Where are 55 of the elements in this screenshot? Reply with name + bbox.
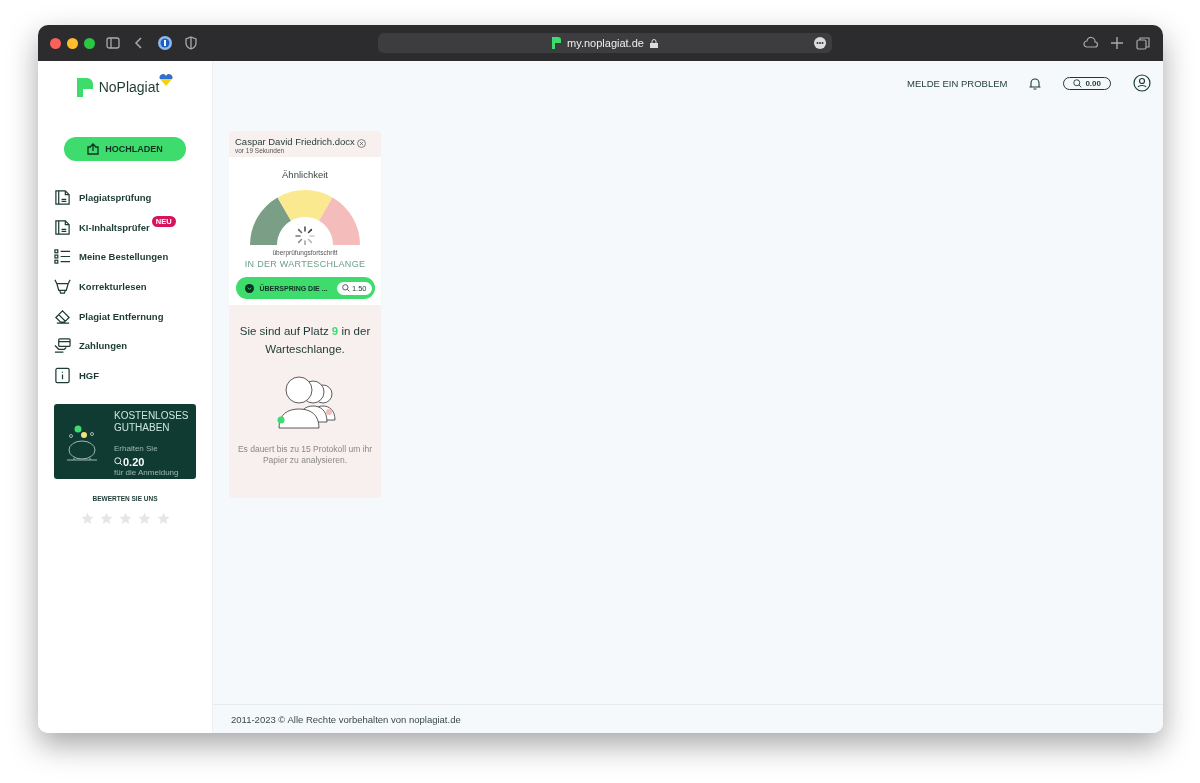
upload-icon — [87, 143, 100, 155]
address-bar[interactable]: my.noplagiat.de — [378, 33, 832, 53]
sidebar-icon[interactable] — [105, 35, 121, 51]
star-icon[interactable] — [156, 512, 170, 526]
cloud-icon[interactable] — [1083, 35, 1099, 51]
close-icon[interactable] — [356, 139, 366, 148]
coin-icon — [341, 284, 350, 292]
promo-amount: 0.20 — [123, 456, 145, 469]
nav-item[interactable]: HGF — [79, 369, 100, 381]
report-problem-link[interactable]: MELDE EIN PROBLEM — [907, 77, 1008, 89]
similarity-label: Ähnlichkeit — [282, 169, 328, 180]
window-controls[interactable] — [50, 37, 95, 49]
nav-item[interactable]: KI-Inhaltsprüfer — [79, 221, 150, 233]
bell-icon[interactable] — [1029, 76, 1042, 90]
nav-item[interactable]: Meine Bestellungen — [79, 251, 169, 263]
new-tab-icon[interactable] — [1109, 35, 1125, 51]
logo-text: NoPlagiat — [98, 79, 160, 95]
coin-icon — [114, 457, 123, 467]
url-text: my.noplagiat.de — [567, 37, 644, 49]
file-name: Caspar David Friedrich.docx — [235, 136, 355, 147]
eraser-icon — [54, 307, 71, 325]
status-text: IN DER WARTESCHLANGE — [244, 259, 366, 269]
promo-text: Erhalten Sie — [114, 444, 158, 454]
star-icon[interactable] — [80, 512, 94, 526]
password-icon[interactable] — [157, 35, 173, 51]
promo-text: für die Anmeldung — [114, 468, 180, 479]
star-icon[interactable] — [118, 512, 132, 526]
lock-icon — [649, 38, 658, 48]
info-icon — [54, 366, 71, 384]
heart-icon — [159, 74, 174, 86]
star-icon[interactable] — [137, 512, 151, 526]
site-logo-icon — [552, 37, 562, 49]
promo-title: KOSTENLOSES GUTHABEN — [114, 410, 190, 435]
shield-icon[interactable] — [183, 35, 199, 51]
wait-time-text: Es dauert bis zu 15 Protokoll um ihr Papier zu analysieren. — [236, 444, 374, 466]
queue-position-text: Sie sind auf Platz 9 in der Warteschlange. — [238, 324, 372, 357]
upload-button[interactable]: HOCHLADEN — [64, 137, 186, 161]
star-icon[interactable] — [99, 512, 113, 526]
copyright-text: 2011-2023 © Alle Rechte vorbehalten von noplagiat.de — [231, 713, 461, 725]
nav-item[interactable]: Plagiatsprüfung — [79, 192, 152, 204]
promo-card[interactable]: KOSTENLOSES GUTHABEN Erhalten Sie 0.20 für die Anmeldung — [54, 404, 196, 480]
document-icon — [54, 189, 71, 207]
chevron-icon — [244, 283, 254, 293]
list-icon — [54, 248, 71, 266]
user-icon[interactable] — [1133, 74, 1151, 92]
coin-icon — [1073, 78, 1083, 88]
tabs-overview-icon[interactable] — [1135, 35, 1151, 51]
document-icon — [54, 218, 71, 236]
payment-icon — [54, 337, 71, 355]
nav-item[interactable]: Plagiat Entfernung — [79, 310, 164, 322]
more-icon[interactable] — [814, 37, 826, 49]
logo-icon — [76, 77, 93, 97]
cup-icon — [54, 278, 71, 296]
nav-item[interactable]: Zahlungen — [79, 340, 128, 352]
nav-item[interactable]: Korrekturlesen — [79, 281, 147, 293]
